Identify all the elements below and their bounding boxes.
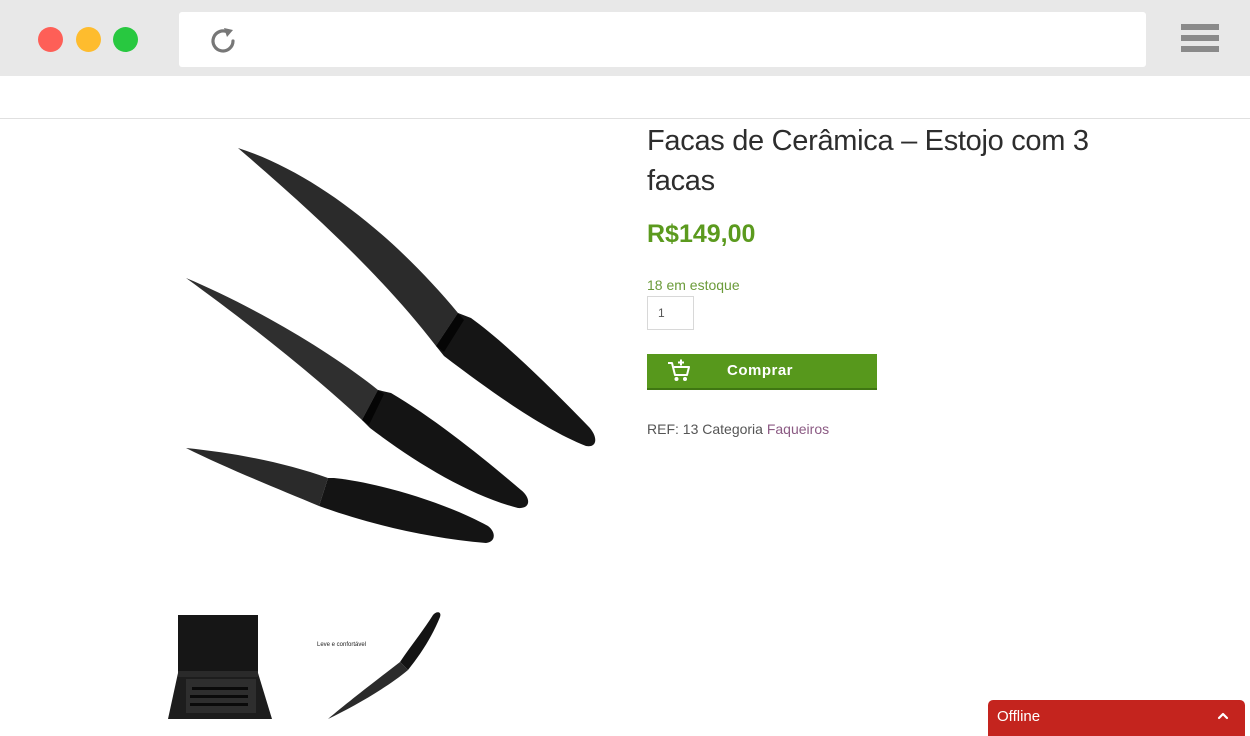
product-meta: REF: 13 Categoria Faqueiros <box>647 421 829 437</box>
quantity-input[interactable] <box>647 296 694 330</box>
ref-value: 13 <box>682 421 699 437</box>
product-thumbnail-box[interactable] <box>164 607 276 727</box>
category-label: Categoria <box>702 421 763 437</box>
category-link[interactable]: Faqueiros <box>767 421 829 437</box>
chat-widget[interactable]: Offline <box>988 700 1245 736</box>
buy-button[interactable]: Comprar <box>647 354 877 390</box>
product-main-image[interactable] <box>166 128 606 568</box>
product-thumbnail-knife[interactable]: Leve e confortável <box>308 607 448 727</box>
stock-status: 18 em estoque <box>647 277 740 293</box>
buy-button-label: Comprar <box>727 362 794 379</box>
menu-icon[interactable] <box>1181 24 1219 56</box>
chevron-up-icon[interactable] <box>1216 709 1230 723</box>
single-knife-image <box>328 612 441 719</box>
chat-status-label: Offline <box>997 708 1041 725</box>
reload-icon[interactable] <box>207 25 239 57</box>
large-knife-image <box>238 148 596 447</box>
product-title: Facas de Cerâmica – Estojo com 3 facas <box>647 125 1089 197</box>
browser-toolbar <box>0 0 1250 76</box>
address-bar[interactable] <box>179 12 1146 67</box>
cart-add-icon <box>668 359 690 381</box>
ref-label: REF: <box>647 421 679 437</box>
site-header <box>0 76 1250 119</box>
close-window-button[interactable] <box>38 27 63 52</box>
medium-knife-image <box>186 278 529 509</box>
product-price: R$149,00 <box>647 220 756 248</box>
maximize-window-button[interactable] <box>113 27 138 52</box>
minimize-window-button[interactable] <box>76 27 101 52</box>
